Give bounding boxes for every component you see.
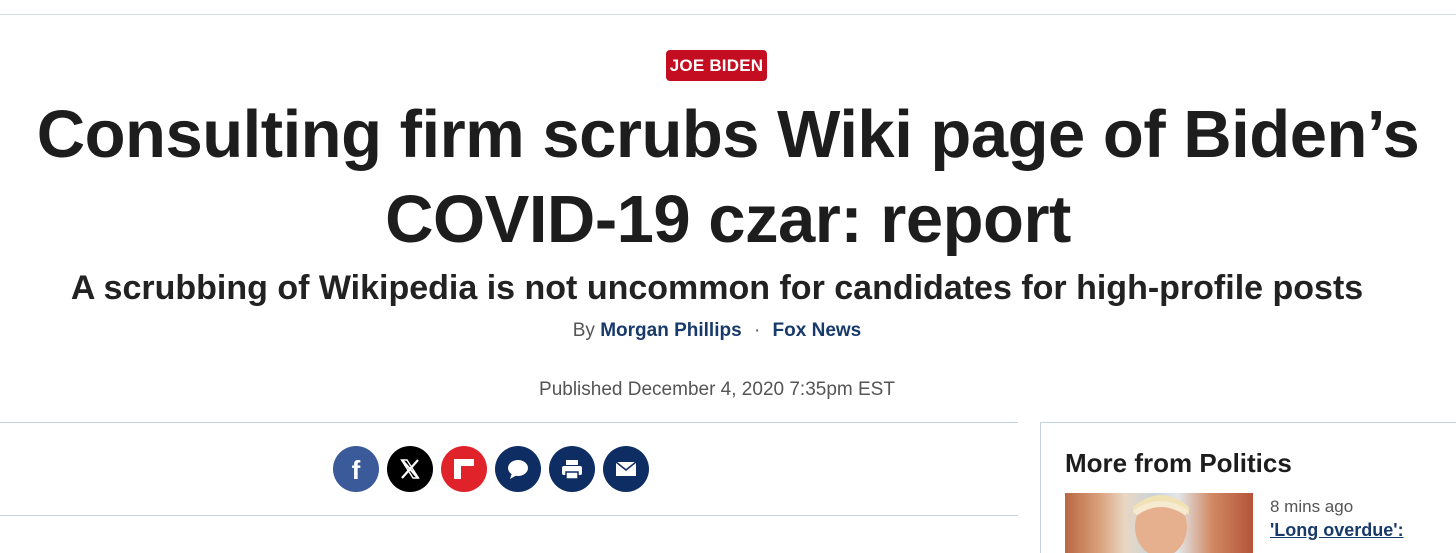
envelope-icon <box>615 461 637 476</box>
share-bar: f <box>333 446 649 492</box>
published-date: Published December 4, 2020 7:35pm EST <box>539 379 895 400</box>
x-icon <box>400 459 420 479</box>
comment-icon <box>508 460 528 479</box>
sidebar-title: More from Politics <box>1065 448 1292 478</box>
story-timestamp: 8 mins ago <box>1270 497 1354 516</box>
share-bottom-divider <box>0 515 1018 516</box>
comments-button[interactable] <box>495 446 541 492</box>
facebook-share-button[interactable]: f <box>333 446 379 492</box>
source-link[interactable]: Fox News <box>773 320 862 341</box>
byline: By Morgan Phillips · Fox News <box>0 318 1434 344</box>
story-thumbnail[interactable] <box>1065 493 1253 553</box>
flipboard-share-button[interactable] <box>441 446 487 492</box>
flipboard-icon <box>454 459 474 479</box>
byline-prefix: By <box>572 320 595 341</box>
share-top-divider <box>0 422 1018 423</box>
category-badge[interactable]: JOE BIDEN <box>666 50 767 81</box>
byline-separator: · <box>753 320 761 341</box>
more-from-politics-sidebar: More from Politics 8 mins ago 'Long over… <box>1040 422 1456 553</box>
article-headline: Consulting firm scrubs Wiki page of Bide… <box>20 92 1436 262</box>
facebook-icon: f <box>352 455 361 485</box>
email-share-button[interactable] <box>603 446 649 492</box>
header-divider <box>0 14 1456 15</box>
printer-icon <box>562 460 582 480</box>
author-link[interactable]: Morgan Phillips <box>600 320 741 341</box>
x-share-button[interactable] <box>387 446 433 492</box>
print-button[interactable] <box>549 446 595 492</box>
headline-line-2: COVID-19 czar: report <box>385 182 1071 257</box>
trump-photo-icon <box>1133 495 1189 553</box>
article-subheadline: A scrubbing of Wikipedia is not uncommon… <box>70 269 1364 307</box>
story-title-link[interactable]: 'Long overdue': <box>1270 520 1404 541</box>
svg-text:f: f <box>352 455 361 485</box>
headline-line-1: Consulting firm scrubs Wiki page of Bide… <box>36 97 1420 172</box>
